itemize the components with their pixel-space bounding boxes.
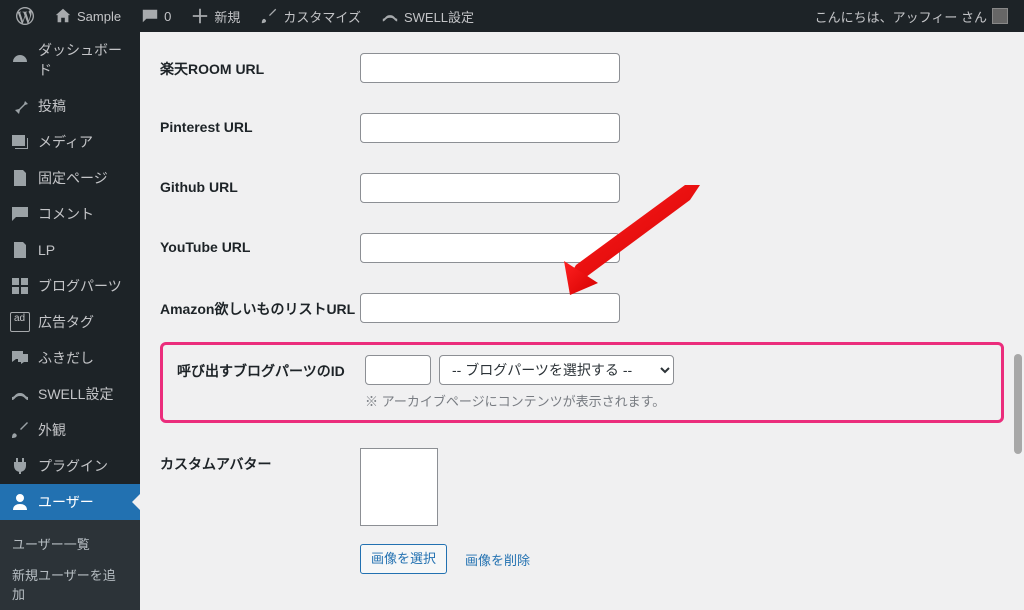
avatar-preview xyxy=(360,448,438,526)
input-youtube[interactable] xyxy=(360,233,620,263)
scrollbar-thumb[interactable] xyxy=(1014,354,1022,454)
sidebar-swell[interactable]: SWELL設定 xyxy=(0,376,140,412)
remove-image-link[interactable]: 画像を削除 xyxy=(465,550,530,569)
main-content: 楽天ROOM URL Pinterest URL Github URL YouT… xyxy=(140,32,1024,610)
submenu-user-new[interactable]: 新規ユーザーを追加 xyxy=(0,559,140,609)
sidebar-item-label: プラグイン xyxy=(38,456,108,476)
sidebar-item-label: ユーザー xyxy=(38,492,94,512)
admin-sidebar: ダッシュボード 投稿 メディア 固定ページ コメント LP ブログパーツ ad xyxy=(0,32,140,610)
greeting-text: こんにちは、アッフィー さん xyxy=(815,7,987,26)
sidebar-pages[interactable]: 固定ページ xyxy=(0,160,140,196)
pin-icon xyxy=(10,96,30,116)
brush-icon xyxy=(260,7,278,25)
label-rakuten: 楽天ROOM URL xyxy=(160,53,360,79)
swell-icon xyxy=(381,7,399,25)
sidebar-ad-tag[interactable]: ad 広告タグ xyxy=(0,304,140,340)
comment-icon xyxy=(141,7,159,25)
input-rakuten-room[interactable] xyxy=(360,53,620,83)
sidebar-comments[interactable]: コメント xyxy=(0,196,140,232)
avatar-icon xyxy=(992,8,1008,24)
sidebar-item-label: 固定ページ xyxy=(38,168,108,188)
new-label: 新規 xyxy=(214,7,240,26)
input-amazon-wish[interactable] xyxy=(360,293,620,323)
swell-label: SWELL設定 xyxy=(404,7,474,26)
sidebar-item-label: コメント xyxy=(38,204,94,224)
row-github: Github URL xyxy=(160,158,1004,218)
media-icon xyxy=(10,132,30,152)
plus-icon xyxy=(191,7,209,25)
sidebar-posts[interactable]: 投稿 xyxy=(0,88,140,124)
site-name: Sample xyxy=(77,9,121,24)
sidebar-media[interactable]: メディア xyxy=(0,124,140,160)
site-name-link[interactable]: Sample xyxy=(46,0,129,32)
sidebar-item-label: SWELL設定 xyxy=(38,384,113,404)
ad-icon: ad xyxy=(10,312,30,332)
customize-link[interactable]: カスタマイズ xyxy=(252,0,369,32)
label-github: Github URL xyxy=(160,173,360,195)
wp-logo[interactable] xyxy=(8,0,42,32)
sidebar-item-label: LP xyxy=(38,242,55,258)
select-blog-parts[interactable]: -- ブログパーツを選択する -- xyxy=(439,355,674,385)
layout-icon xyxy=(10,276,30,296)
wordpress-icon xyxy=(16,7,34,25)
sidebar-users[interactable]: ユーザー xyxy=(0,484,140,520)
row-youtube: YouTube URL xyxy=(160,218,1004,278)
label-amazon: Amazon欲しいものリストURL xyxy=(160,293,360,319)
home-icon xyxy=(54,7,72,25)
highlight-blog-parts: 呼び出すブログパーツのID -- ブログパーツを選択する -- ※ アーカイブペ… xyxy=(160,342,1004,423)
sidebar-item-label: ダッシュボード xyxy=(38,40,130,80)
sidebar-blog-parts[interactable]: ブログパーツ xyxy=(0,268,140,304)
comments-count: 0 xyxy=(164,9,171,24)
user-greeting[interactable]: こんにちは、アッフィー さん xyxy=(807,0,1016,32)
sidebar-item-label: メディア xyxy=(38,132,93,152)
row-custom-avatar: カスタムアバター 画像を選択 画像を削除 xyxy=(160,433,1004,589)
new-content-link[interactable]: 新規 xyxy=(183,0,248,32)
row-pinterest: Pinterest URL xyxy=(160,98,1004,158)
customize-label: カスタマイズ xyxy=(283,7,361,26)
label-pinterest: Pinterest URL xyxy=(160,113,360,135)
sidebar-item-label: 広告タグ xyxy=(38,312,94,332)
admin-bar: Sample 0 新規 カスタマイズ SWELL設定 こんにちは、アッフィー さ… xyxy=(0,0,1024,32)
sidebar-speech[interactable]: ふきだし xyxy=(0,340,140,376)
page-icon xyxy=(10,240,30,260)
label-custom-avatar: カスタムアバター xyxy=(160,448,360,474)
row-rakuten-room: 楽天ROOM URL xyxy=(160,38,1004,98)
label-youtube: YouTube URL xyxy=(160,233,360,255)
sidebar-lp[interactable]: LP xyxy=(0,232,140,268)
page-icon xyxy=(10,168,30,188)
choose-image-button[interactable]: 画像を選択 xyxy=(360,544,447,574)
plugin-icon xyxy=(10,456,30,476)
input-github[interactable] xyxy=(360,173,620,203)
row-amazon-wish: Amazon欲しいものリストURL xyxy=(160,278,1004,338)
sidebar-item-label: 投稿 xyxy=(38,96,66,116)
brush-icon xyxy=(10,420,30,440)
sidebar-plugins[interactable]: プラグイン xyxy=(0,448,140,484)
sidebar-item-label: 外観 xyxy=(38,420,66,440)
sidebar-dashboard[interactable]: ダッシュボード xyxy=(0,32,140,88)
submenu-user-list[interactable]: ユーザー一覧 xyxy=(0,528,140,559)
swell-settings-link[interactable]: SWELL設定 xyxy=(373,0,482,32)
sidebar-submenu: ユーザー一覧 新規ユーザーを追加 プロフィール xyxy=(0,520,140,610)
sidebar-item-label: ふきだし xyxy=(38,348,94,368)
sidebar-item-label: ブログパーツ xyxy=(38,276,122,296)
dashboard-icon xyxy=(10,50,30,70)
sidebar-appearance[interactable]: 外観 xyxy=(0,412,140,448)
input-pinterest[interactable] xyxy=(360,113,620,143)
comments-link[interactable]: 0 xyxy=(133,0,179,32)
comment-icon xyxy=(10,204,30,224)
label-blog-parts-id: 呼び出すブログパーツのID xyxy=(177,355,365,381)
chat-icon xyxy=(10,348,30,368)
input-blog-parts-id[interactable] xyxy=(365,355,431,385)
hint-blog-parts: ※ アーカイブページにコンテンツが表示されます。 xyxy=(365,391,987,410)
swell-icon xyxy=(10,384,30,404)
user-icon xyxy=(10,492,30,512)
